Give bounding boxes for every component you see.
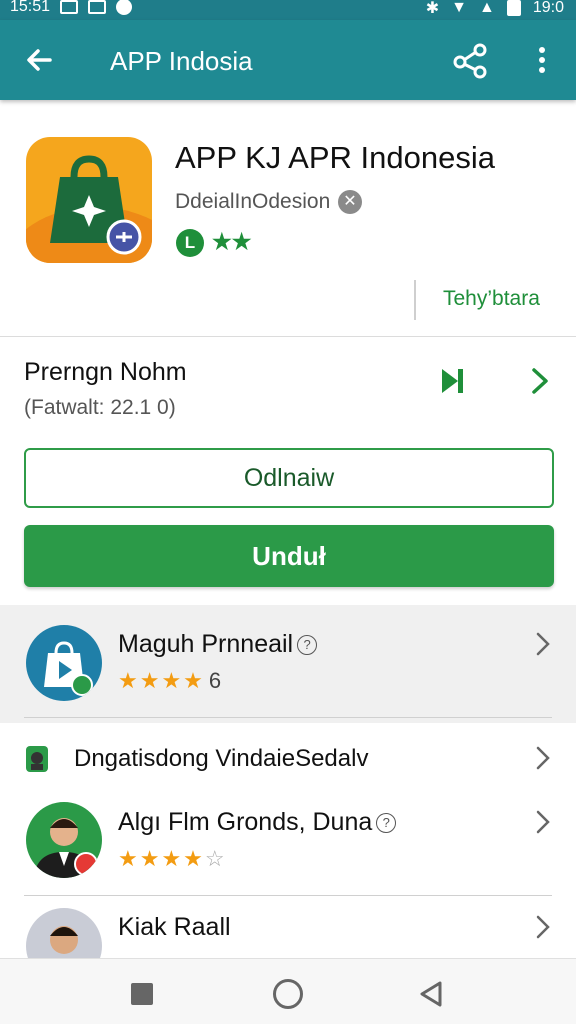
- share-icon[interactable]: [450, 40, 490, 80]
- rating-badge: ★★: [212, 229, 252, 254]
- gallery-icon: [88, 0, 107, 14]
- chevron-right-icon[interactable]: [533, 631, 553, 657]
- divider: [414, 280, 416, 320]
- star-rating: ★★★★ 6: [118, 668, 222, 693]
- back-arrow-icon[interactable]: [20, 40, 60, 80]
- secondary-button[interactable]: Odlnaiw: [24, 448, 554, 508]
- list-item-title: Algı Flm Gronds, Duna?: [118, 808, 397, 837]
- verified-badge: L: [176, 229, 204, 257]
- info-icon[interactable]: ?: [297, 635, 318, 656]
- developer-name[interactable]: DdeialInOdesion: [175, 190, 330, 214]
- signal-icon: ▲: [479, 0, 495, 16]
- app-icon: [26, 137, 152, 263]
- home-icon[interactable]: [273, 979, 303, 1009]
- chevron-right-icon[interactable]: [533, 745, 553, 771]
- wifi-icon: ▼: [451, 0, 468, 16]
- app-notification-icon: [116, 0, 133, 15]
- clock: 15:51: [10, 0, 51, 15]
- notification-icon: [60, 0, 79, 14]
- status-bar: 15:51 ✱ ▼ ▲ 19:0: [0, 0, 576, 20]
- list-item-icon: [26, 746, 48, 772]
- recent-apps-icon[interactable]: [131, 983, 153, 1005]
- list-item-title[interactable]: Kiak Raall: [118, 913, 231, 942]
- list-item-title: Maguh Prnneail?: [118, 630, 318, 659]
- app-bar-title: APP Indosia: [110, 46, 253, 76]
- divider: [0, 336, 576, 337]
- chevron-right-icon[interactable]: [533, 914, 553, 940]
- install-button[interactable]: Unduł: [24, 525, 554, 587]
- play-icon[interactable]: [438, 366, 468, 396]
- battery-icon: [506, 0, 521, 16]
- list-item-title[interactable]: Dngatisdong VindaieSedalv: [74, 745, 368, 773]
- avatar: [26, 802, 102, 878]
- version-title[interactable]: Prerngn Nohm: [24, 358, 187, 387]
- version-subtitle: (Fatwalt: 22.1 0): [24, 396, 176, 419]
- back-triangle-icon[interactable]: [416, 979, 446, 1009]
- app-bar: APP Indosia: [0, 20, 576, 100]
- divider: [24, 717, 552, 718]
- divider: [24, 895, 552, 896]
- navigation-bar: [0, 958, 576, 1024]
- chevron-right-icon[interactable]: [528, 366, 552, 396]
- star-rating: ★★★★☆: [118, 846, 227, 871]
- install-link[interactable]: Tehy’btara: [443, 287, 540, 311]
- list-item-icon: [26, 625, 102, 701]
- chevron-right-icon[interactable]: [533, 809, 553, 835]
- info-icon[interactable]: ?: [376, 813, 397, 834]
- bluetooth-icon: ✱: [425, 0, 440, 17]
- close-icon[interactable]: ✕: [338, 190, 362, 214]
- app-name: APP KJ APR Indonesia: [175, 140, 495, 175]
- clock-right: 19:0: [532, 0, 564, 16]
- more-options-icon[interactable]: [526, 40, 558, 80]
